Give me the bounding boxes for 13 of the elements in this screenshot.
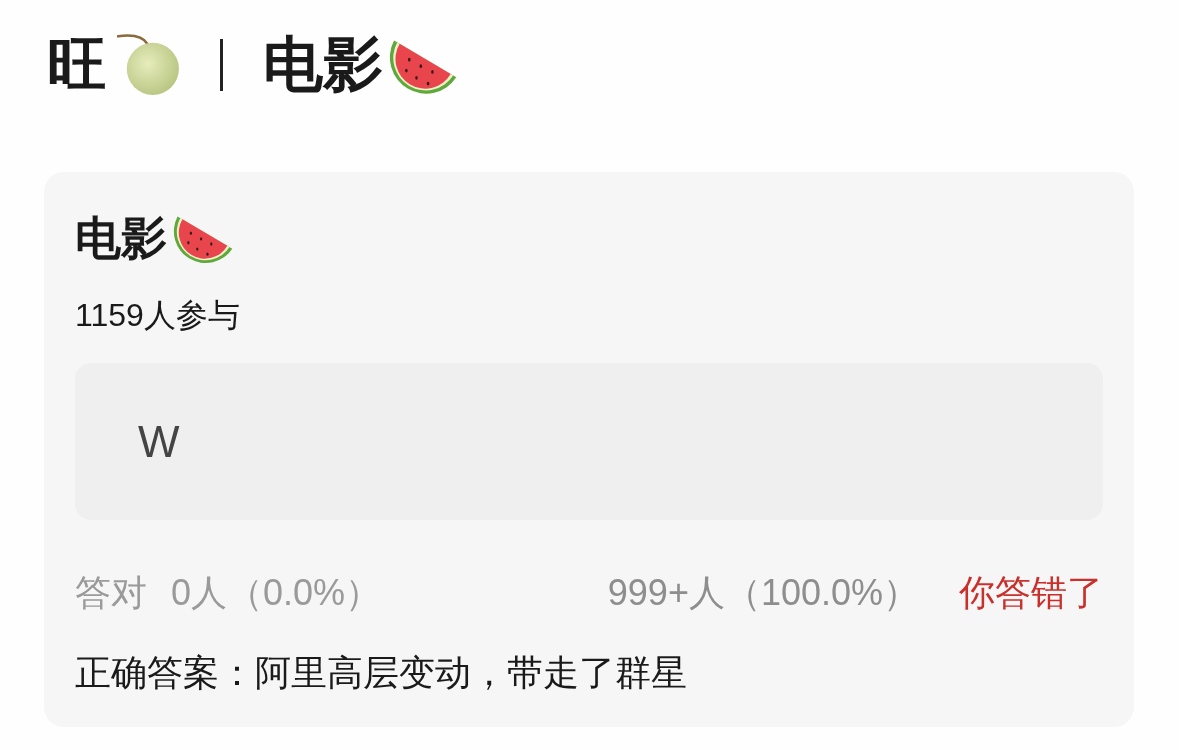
watermelon-icon [173, 215, 233, 265]
header-name: 旺 [47, 30, 107, 100]
card-title: 电影 [75, 212, 167, 264]
participant-count: 1159人参与 [75, 297, 240, 333]
wrong-count: 999+人（100.0%） [607, 571, 919, 615]
header-topic: 电影 [263, 30, 383, 100]
melon-icon [117, 32, 180, 96]
correct-answer-text: 正确答案：阿里高层变动，带走了群星 [75, 652, 687, 693]
correct-label: 答对 [75, 571, 147, 615]
correct-count: 0人（0.0%） [171, 571, 382, 615]
result-text: 你答错了 [959, 571, 1103, 615]
answer-box: W [75, 363, 1103, 520]
watermelon-icon [389, 40, 457, 96]
